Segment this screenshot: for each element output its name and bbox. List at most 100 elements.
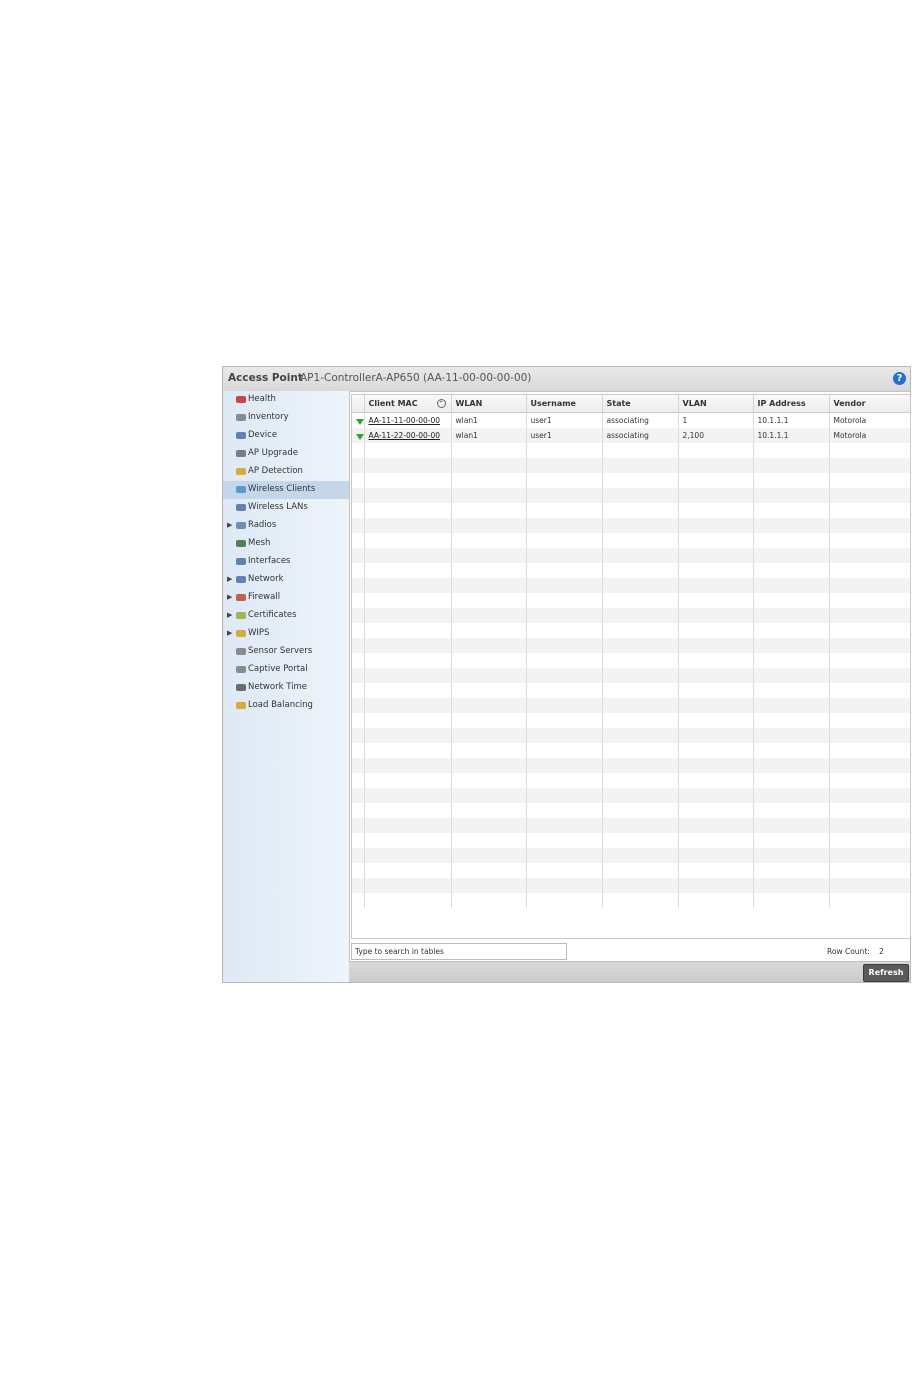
- table-row: [352, 818, 910, 833]
- table-cell: [526, 623, 603, 638]
- sidebar-item-certificates[interactable]: ▶ Certificates: [223, 607, 349, 625]
- sidebar: Health Inventory Device AP Upgrade AP Detect…: [223, 391, 350, 982]
- sidebar-item-device[interactable]: Device: [223, 427, 349, 445]
- table-cell: [753, 548, 830, 563]
- status-cell: [352, 713, 365, 728]
- table-cell: [602, 488, 679, 503]
- sidebar-item-health[interactable]: Health: [223, 391, 349, 409]
- table-cell: [526, 683, 603, 698]
- mesh-icon: [235, 538, 247, 549]
- table-cell: associating: [602, 428, 679, 443]
- sidebar-item-wireless-lans[interactable]: Wireless LANs: [223, 499, 349, 517]
- sidebar-item-wireless-clients[interactable]: Wireless Clients: [223, 481, 349, 499]
- expand-arrow-icon[interactable]: ▶: [227, 521, 232, 529]
- column-header-client-mac[interactable]: Client MAC ⌃: [364, 395, 452, 413]
- expand-arrow-icon[interactable]: ▶: [227, 629, 232, 637]
- page-title: Access Point: [228, 372, 303, 384]
- status-cell: [352, 698, 365, 713]
- table-cell: [753, 863, 830, 878]
- table-cell: [451, 833, 527, 848]
- table-cell: [364, 518, 452, 533]
- table-cell: Motorola: [829, 428, 910, 443]
- table-cell: [602, 653, 679, 668]
- expand-arrow-icon[interactable]: ▶: [227, 611, 232, 619]
- table-cell: [602, 533, 679, 548]
- table-cell: [753, 443, 830, 458]
- client-mac-link[interactable]: AA-11-11-00-00-00: [369, 416, 441, 425]
- expand-arrow-icon[interactable]: ▶: [227, 593, 232, 601]
- sidebar-item-wips[interactable]: ▶ WIPS: [223, 625, 349, 643]
- table-cell: [451, 713, 527, 728]
- footer-bar: Refresh: [349, 961, 910, 982]
- table-cell: [753, 488, 830, 503]
- balance-icon: [235, 700, 247, 711]
- table-cell: [364, 713, 452, 728]
- table-cell: associating: [602, 412, 679, 428]
- table-cell: [678, 578, 754, 593]
- column-header-state[interactable]: State: [602, 395, 679, 413]
- sidebar-item-network[interactable]: ▶ Network: [223, 571, 349, 589]
- table-cell: [678, 863, 754, 878]
- sidebar-item-mesh[interactable]: Mesh: [223, 535, 349, 553]
- table-cell: [829, 878, 910, 893]
- table-cell: [526, 518, 603, 533]
- table-cell: [526, 443, 603, 458]
- sort-icon[interactable]: ⌃: [436, 399, 446, 408]
- search-input[interactable]: Type to search in tables: [351, 943, 567, 960]
- table-cell: [678, 608, 754, 623]
- table-cell: [753, 698, 830, 713]
- sidebar-item-load-balancing[interactable]: Load Balancing: [223, 697, 349, 715]
- expand-arrow-icon[interactable]: ▶: [227, 575, 232, 583]
- table-cell: [451, 473, 527, 488]
- status-cell: [352, 743, 365, 758]
- column-header-vendor[interactable]: Vendor: [829, 395, 910, 413]
- column-header-wlan[interactable]: WLAN: [451, 395, 527, 413]
- sidebar-item-inventory[interactable]: Inventory: [223, 409, 349, 427]
- sidebar-item-captive-portal[interactable]: Captive Portal: [223, 661, 349, 679]
- table-row[interactable]: AA-11-22-00-00-00 wlan1 user1 associating 2,…: [352, 428, 910, 443]
- upgrade-icon: [235, 448, 247, 459]
- table-cell: [678, 803, 754, 818]
- sidebar-item-label: Wireless Clients: [248, 484, 316, 494]
- sidebar-item-ap-detection[interactable]: AP Detection: [223, 463, 349, 481]
- sidebar-item-label: Wireless LANs: [248, 502, 308, 512]
- sidebar-item-radios[interactable]: ▶ Radios: [223, 517, 349, 535]
- table-cell: [678, 668, 754, 683]
- table-cell: [678, 518, 754, 533]
- table-cell: [526, 548, 603, 563]
- sidebar-item-interfaces[interactable]: Interfaces: [223, 553, 349, 571]
- portal-icon: [235, 664, 247, 675]
- column-header-vlan[interactable]: VLAN: [678, 395, 754, 413]
- status-column-header: [352, 395, 365, 413]
- table-cell: Motorola: [829, 412, 910, 428]
- table-cell: [451, 578, 527, 593]
- table-cell: [526, 803, 603, 818]
- table-cell: [829, 488, 910, 503]
- table-cell: [364, 623, 452, 638]
- table-cell: [364, 593, 452, 608]
- table-cell: [526, 893, 603, 908]
- sidebar-item-ap-upgrade[interactable]: AP Upgrade: [223, 445, 349, 463]
- refresh-button[interactable]: Refresh: [863, 964, 909, 982]
- column-header-ip-address[interactable]: IP Address: [753, 395, 830, 413]
- table-row: [352, 593, 910, 608]
- sidebar-item-firewall[interactable]: ▶ Firewall: [223, 589, 349, 607]
- sidebar-item-network-time[interactable]: Network Time: [223, 679, 349, 697]
- client-mac-link[interactable]: AA-11-22-00-00-00: [369, 431, 441, 440]
- status-cell: [352, 533, 365, 548]
- column-header-username[interactable]: Username: [526, 395, 603, 413]
- sidebar-item-label: AP Detection: [248, 466, 303, 476]
- table-row[interactable]: AA-11-11-00-00-00 wlan1 user1 associating 1 1…: [352, 412, 910, 428]
- table-row: [352, 803, 910, 818]
- status-cell: [352, 548, 365, 563]
- sidebar-item-sensor-servers[interactable]: Sensor Servers: [223, 643, 349, 661]
- table-row: [352, 533, 910, 548]
- table-cell: [829, 503, 910, 518]
- table-cell: [753, 818, 830, 833]
- help-icon[interactable]: ?: [893, 372, 906, 385]
- sidebar-item-label: Inventory: [248, 412, 289, 422]
- table-cell: [678, 773, 754, 788]
- table-cell: [678, 788, 754, 803]
- table-cell: [451, 488, 527, 503]
- status-cell: [352, 428, 365, 443]
